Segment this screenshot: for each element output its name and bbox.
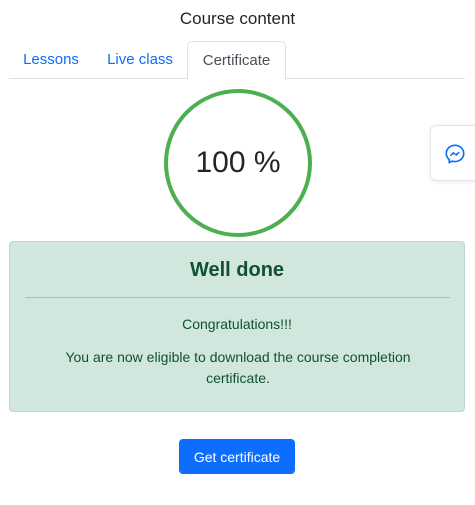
tab-lessons[interactable]: Lessons [9,41,93,79]
messenger-icon [445,144,465,164]
get-certificate-button[interactable]: Get certificate [179,439,295,474]
course-tabs: Lessons Live class Certificate [9,41,465,80]
progress-ring: 100 % [164,89,312,237]
alert-divider [25,297,450,298]
completion-alert: Well done Congratulations!!! You are now… [9,241,465,412]
progress-percentage: 100 % [195,146,281,179]
congratulations-text: Congratulations!!! [182,316,292,332]
tab-live-class[interactable]: Live class [93,41,187,79]
tab-certificate[interactable]: Certificate [187,41,286,80]
messenger-chat-button[interactable] [430,125,475,181]
alert-heading: Well done [189,259,285,281]
eligibility-text: You are now eligible to download the cou… [65,349,411,386]
course-content-title: Course content [179,9,296,28]
